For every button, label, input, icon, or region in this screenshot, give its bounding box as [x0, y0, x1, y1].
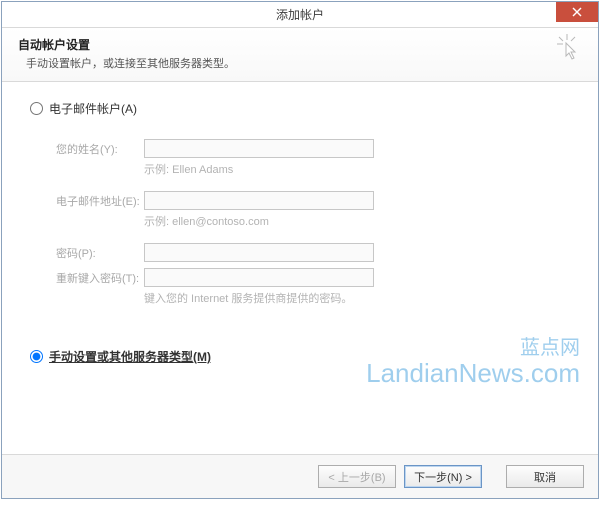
header-subtitle: 手动设置帐户，或连接至其他服务器类型。 [18, 55, 582, 71]
password-input[interactable] [144, 243, 374, 262]
name-label: 您的姓名(Y): [56, 141, 144, 157]
close-icon [572, 7, 582, 17]
password-label: 密码(P): [56, 245, 144, 261]
radio-email-input[interactable] [30, 102, 43, 115]
name-input[interactable] [144, 139, 374, 158]
wizard-header: 自动帐户设置 手动设置帐户，或连接至其他服务器类型。 [2, 28, 598, 82]
retype-label: 重新键入密码(T): [56, 270, 144, 286]
email-example: 示例: ellen@contoso.com [144, 212, 570, 229]
radio-manual-label: 手动设置或其他服务器类型(M) [49, 348, 211, 365]
window-title: 添加帐户 [276, 6, 324, 23]
radio-email-account[interactable]: 电子邮件帐户(A) [30, 100, 570, 117]
radio-manual-input[interactable] [30, 350, 43, 363]
titlebar: 添加帐户 [2, 2, 598, 28]
email-label: 电子邮件地址(E): [56, 193, 144, 209]
wizard-footer: < 上一步(B) 下一步(N) > 取消 [2, 454, 598, 498]
radio-manual-setup[interactable]: 手动设置或其他服务器类型(M) [30, 348, 570, 365]
wizard-body: 电子邮件帐户(A) 您的姓名(Y): 示例: Ellen Adams 电子邮件地… [2, 82, 598, 365]
add-account-dialog: 添加帐户 自动帐户设置 手动设置帐户，或连接至其他服务器类型。 [1, 1, 599, 499]
header-title: 自动帐户设置 [18, 36, 582, 53]
password-hint: 键入您的 Internet 服务提供商提供的密码。 [144, 289, 570, 306]
retype-input[interactable] [144, 268, 374, 287]
cursor-click-icon [554, 34, 580, 65]
email-input[interactable] [144, 191, 374, 210]
next-button[interactable]: 下一步(N) > [404, 465, 482, 488]
cancel-button[interactable]: 取消 [506, 465, 584, 488]
close-button[interactable] [556, 2, 598, 22]
back-button[interactable]: < 上一步(B) [318, 465, 396, 488]
radio-email-label: 电子邮件帐户(A) [49, 100, 137, 117]
email-form: 您的姓名(Y): 示例: Ellen Adams 电子邮件地址(E): 示例: … [56, 139, 570, 306]
name-example: 示例: Ellen Adams [144, 160, 570, 177]
